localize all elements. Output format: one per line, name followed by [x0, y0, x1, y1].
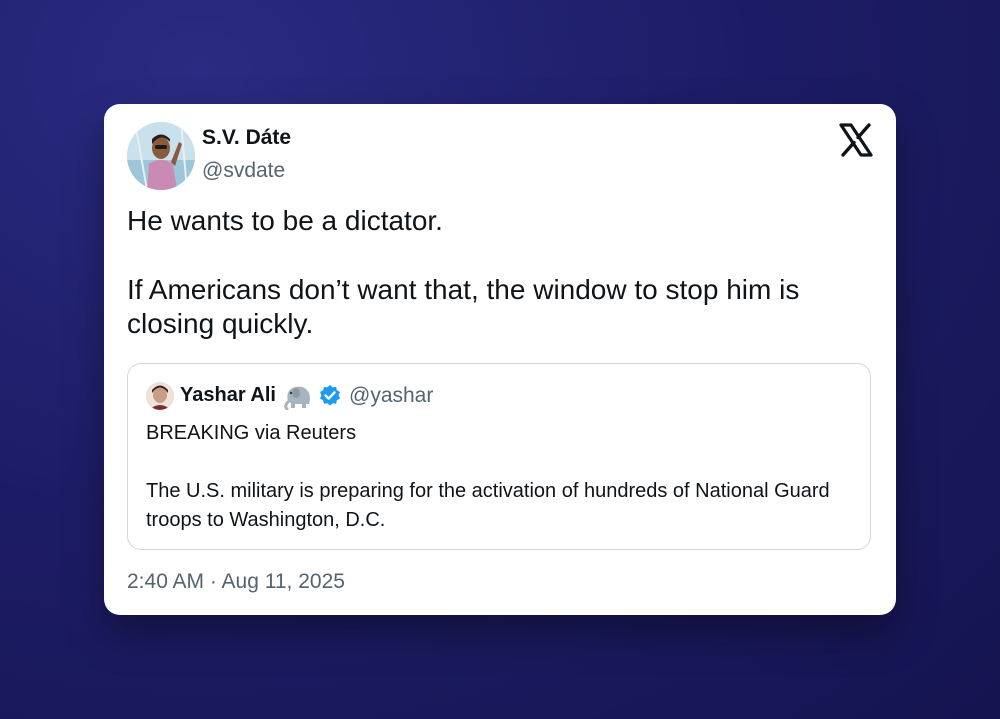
tweet-paragraph: He wants to be a dictator. [127, 205, 443, 236]
quoted-tweet-text: BREAKING via Reuters The U.S. military i… [146, 419, 846, 535]
tweet-card: S.V. Dáte @svdate He wants to be a dicta… [104, 104, 896, 615]
tweet-text: He wants to be a dictator. If Americans … [127, 204, 867, 341]
author-handle[interactable]: @svdate [202, 159, 285, 183]
timestamp[interactable]: 2:40 AM · Aug 11, 2025 [127, 570, 345, 594]
elephant-icon [283, 382, 313, 411]
quoted-paragraph: The U.S. military is preparing for the a… [146, 480, 830, 531]
quoted-author-avatar[interactable] [146, 382, 174, 410]
quoted-author-handle[interactable]: @yashar [349, 384, 433, 408]
author-name[interactable]: S.V. Dáte [202, 126, 291, 150]
quoted-tweet[interactable]: Yashar Ali @yashar BREAKING via Reuters … [127, 363, 871, 550]
author-avatar[interactable] [127, 122, 195, 190]
x-logo-icon[interactable] [838, 122, 874, 158]
tweet-paragraph: If Americans don’t want that, the window… [127, 274, 800, 339]
verified-badge-icon [318, 384, 342, 408]
quoted-author-name[interactable]: Yashar Ali [180, 384, 276, 407]
quoted-paragraph: BREAKING via Reuters [146, 422, 357, 444]
